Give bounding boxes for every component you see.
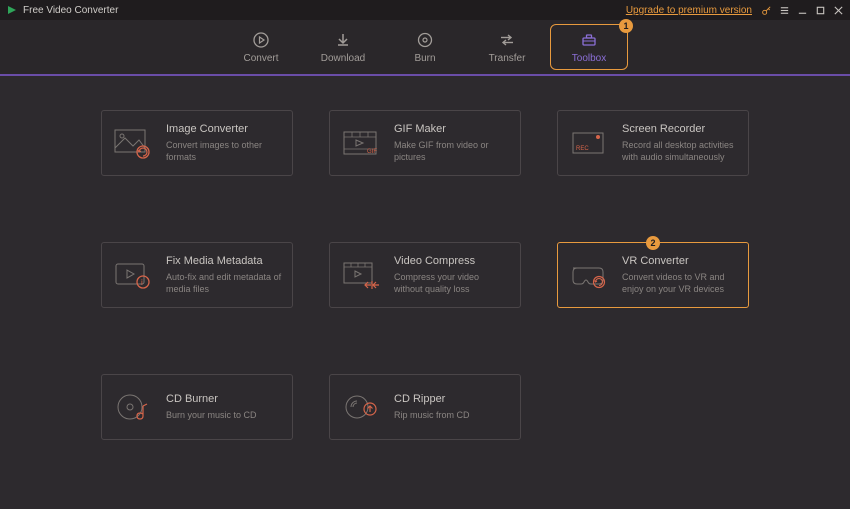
tool-cd-burner[interactable]: CD Burner Burn your music to CD xyxy=(101,374,293,440)
maximize-icon[interactable] xyxy=(814,4,826,16)
image-converter-icon xyxy=(112,123,156,163)
convert-icon xyxy=(252,31,270,49)
nav-download[interactable]: Download xyxy=(304,24,382,70)
step-badge-2: 2 xyxy=(646,236,660,250)
gif-maker-icon: GIF xyxy=(340,123,384,163)
tool-desc: Record all desktop activities with audio… xyxy=(622,139,738,163)
video-compress-icon xyxy=(340,255,384,295)
tool-video-compress[interactable]: Video Compress Compress your video witho… xyxy=(329,242,521,308)
svg-text:REC: REC xyxy=(576,146,589,152)
nav-transfer[interactable]: Transfer xyxy=(468,24,546,70)
nav-convert[interactable]: Convert xyxy=(222,24,300,70)
step-badge-1: 1 xyxy=(619,19,633,33)
screen-recorder-icon: REC xyxy=(568,123,612,163)
tool-title: Video Compress xyxy=(394,255,510,267)
app-logo-icon xyxy=(6,4,18,16)
nav-label: Transfer xyxy=(489,53,526,64)
titlebar: Free Video Converter Upgrade to premium … xyxy=(0,0,850,20)
nav-toolbox[interactable]: Toolbox 1 xyxy=(550,24,628,70)
navbar: Convert Download Burn Transfer Toolbox 1 xyxy=(0,20,850,76)
download-icon xyxy=(334,31,352,49)
nav-label: Download xyxy=(321,53,365,64)
menu-icon[interactable] xyxy=(778,4,790,16)
tool-title: Image Converter xyxy=(166,123,282,135)
tool-desc: Burn your music to CD xyxy=(166,409,257,421)
app-title: Free Video Converter xyxy=(23,5,118,16)
tool-vr-converter[interactable]: 2 VR Converter Convert videos to VR and … xyxy=(557,242,749,308)
cd-burner-icon xyxy=(112,387,156,427)
nav-label: Convert xyxy=(243,53,278,64)
toolbox-icon xyxy=(580,31,598,49)
minimize-icon[interactable] xyxy=(796,4,808,16)
close-icon[interactable] xyxy=(832,4,844,16)
tool-title: Fix Media Metadata xyxy=(166,255,282,267)
tool-fix-metadata[interactable]: i Fix Media Metadata Auto-fix and edit m… xyxy=(101,242,293,308)
svg-text:GIF: GIF xyxy=(367,149,377,155)
tool-desc: Make GIF from video or pictures xyxy=(394,139,510,163)
burn-icon xyxy=(416,31,434,49)
fix-metadata-icon: i xyxy=(112,255,156,295)
tool-cd-ripper[interactable]: CD Ripper Rip music from CD xyxy=(329,374,521,440)
svg-text:i: i xyxy=(141,278,143,287)
tool-desc: Auto-fix and edit metadata of media file… xyxy=(166,271,282,295)
nav-label: Burn xyxy=(414,53,435,64)
vr-converter-icon xyxy=(568,255,612,295)
tool-screen-recorder[interactable]: REC Screen Recorder Record all desktop a… xyxy=(557,110,749,176)
tool-title: GIF Maker xyxy=(394,123,510,135)
tool-title: CD Burner xyxy=(166,393,257,405)
cd-ripper-icon xyxy=(340,387,384,427)
toolbox-grid: Image Converter Convert images to other … xyxy=(0,76,850,440)
tool-desc: Convert videos to VR and enjoy on your V… xyxy=(622,271,738,295)
transfer-icon xyxy=(498,31,516,49)
tool-desc: Rip music from CD xyxy=(394,409,470,421)
tool-title: VR Converter xyxy=(622,255,738,267)
tool-desc: Compress your video without quality loss xyxy=(394,271,510,295)
tool-image-converter[interactable]: Image Converter Convert images to other … xyxy=(101,110,293,176)
nav-burn[interactable]: Burn xyxy=(386,24,464,70)
key-icon[interactable] xyxy=(760,4,772,16)
nav-label: Toolbox xyxy=(572,53,606,64)
upgrade-link[interactable]: Upgrade to premium version xyxy=(626,5,752,16)
tool-desc: Convert images to other formats xyxy=(166,139,282,163)
tool-title: Screen Recorder xyxy=(622,123,738,135)
tool-gif-maker[interactable]: GIF GIF Maker Make GIF from video or pic… xyxy=(329,110,521,176)
window-controls xyxy=(760,4,844,16)
tool-title: CD Ripper xyxy=(394,393,470,405)
